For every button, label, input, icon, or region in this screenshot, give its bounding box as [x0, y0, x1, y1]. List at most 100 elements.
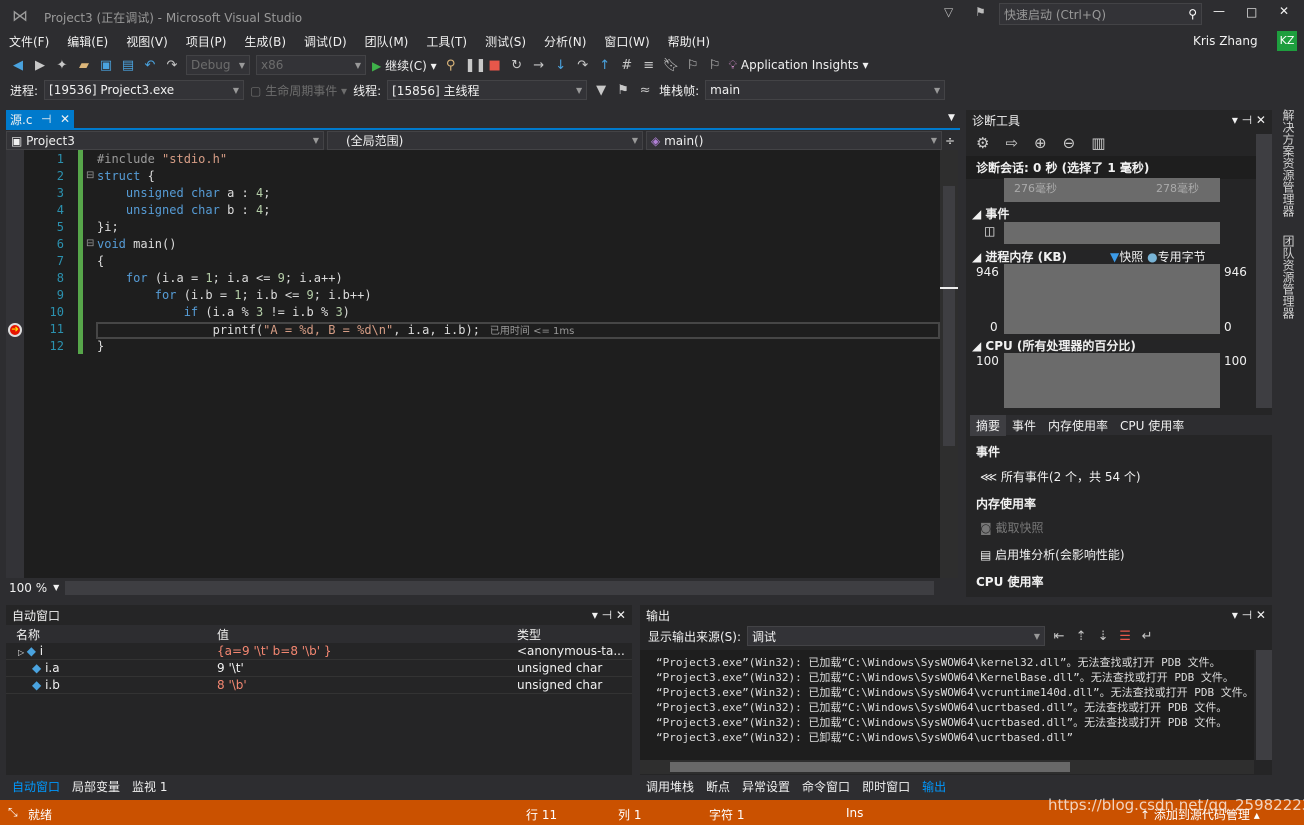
open-file-icon[interactable]: ▰	[76, 58, 92, 73]
menu-edit[interactable]: 编辑(E)	[58, 33, 117, 50]
word-wrap-icon[interactable]: ↵	[1139, 629, 1155, 644]
code-line[interactable]: }i;	[97, 220, 119, 234]
restart-icon[interactable]: ↻	[509, 58, 525, 73]
show-threads-icon[interactable]: ≈	[637, 83, 653, 98]
prev-message-icon[interactable]: ⇡	[1073, 629, 1089, 644]
menu-view[interactable]: 视图(V)	[117, 33, 177, 50]
tab-autos[interactable]: 自动窗口	[6, 776, 66, 797]
save-all-icon[interactable]: ▤	[120, 58, 136, 73]
code-line[interactable]: for (i.a = 1; i.a <= 9; i.a++)	[97, 271, 343, 285]
autos-row[interactable]: ◆ i.b 8 '\b' unsigned char	[6, 677, 632, 694]
avatar[interactable]: KZ	[1277, 31, 1297, 51]
output-hscrollbar[interactable]	[640, 760, 1254, 774]
minimize-button[interactable]: —	[1213, 4, 1225, 18]
code-line[interactable]: {	[97, 254, 104, 268]
split-icon[interactable]: ÷	[945, 134, 955, 148]
scrollbar-thumb[interactable]	[943, 186, 955, 446]
all-events-link[interactable]: ⋘ 所有事件(2 个，共 54 个)	[980, 468, 1141, 485]
stop-icon[interactable]: ■	[487, 58, 503, 73]
scope-select[interactable]: (全局范围) ▼	[327, 131, 643, 150]
col-type[interactable]: 类型	[511, 626, 541, 643]
hscroll-thumb[interactable]	[670, 762, 1070, 772]
show-next-statement-icon[interactable]: →	[531, 58, 547, 73]
pin-icon[interactable]: ⊣	[41, 112, 51, 126]
timeline-ruler[interactable]: 276毫秒 278毫秒	[1004, 178, 1220, 202]
bookmark-icon[interactable]: 🔖︎	[663, 58, 680, 73]
code-line[interactable]: printf("A = %d, B = %d\n", i.a, i.b); 已用时…	[97, 322, 575, 337]
source-control-button[interactable]: ↑ 添加到源代码管理 ▴	[1140, 806, 1260, 823]
back-icon[interactable]: ◀	[10, 58, 26, 73]
continue-button[interactable]: ▶ 继续(C) ▾	[372, 57, 437, 74]
lifecycle-events-button[interactable]: ▢ 生命周期事件 ▾	[250, 82, 347, 99]
feedback-icon[interactable]: ▽	[944, 5, 953, 19]
tab-immediate-window[interactable]: 即时窗口	[856, 776, 916, 797]
bookmark-prev-icon[interactable]: ⚐	[685, 58, 701, 73]
panel-controls[interactable]: ▾ ⊣ ✕	[592, 608, 626, 622]
chart-help-icon[interactable]: ▥	[1091, 134, 1105, 152]
menu-test[interactable]: 测试(S)	[476, 33, 535, 50]
menu-analyze[interactable]: 分析(N)	[535, 33, 595, 50]
hex-display-icon[interactable]: #	[619, 58, 635, 73]
fold-toggle-icon[interactable]: ⊟	[86, 170, 94, 181]
menu-tools[interactable]: 工具(T)	[417, 33, 476, 50]
team-explorer-tab[interactable]: 团队资源管理器	[1278, 231, 1299, 323]
horizontal-scrollbar[interactable]	[65, 580, 934, 595]
stack-frame-select[interactable]: main ▼	[705, 80, 946, 100]
comment-icon[interactable]: ≡	[641, 58, 657, 73]
zoom-dropdown-icon[interactable]: ▼	[53, 583, 59, 592]
notifications-icon[interactable]: ⚑	[975, 5, 986, 19]
perf-tip[interactable]: 已用时间 <= 1ms	[490, 326, 574, 337]
code-line[interactable]: struct {	[97, 169, 155, 183]
tab-exception-settings[interactable]: 异常设置	[736, 776, 796, 797]
tab-command-window[interactable]: 命令窗口	[796, 776, 856, 797]
flag-icon[interactable]: ⚑	[615, 83, 631, 98]
menu-team[interactable]: 团队(M)	[356, 33, 418, 50]
menu-project[interactable]: 项目(P)	[177, 33, 236, 50]
code-line[interactable]: unsigned char b : 4;	[97, 203, 271, 217]
take-snapshot-button[interactable]: ◙ 截取快照	[980, 519, 1044, 536]
menu-window[interactable]: 窗口(W)	[595, 33, 658, 50]
zoom-level[interactable]: 100 %	[9, 581, 47, 595]
expand-icon[interactable]: ▷	[18, 648, 27, 657]
tab-close-icon[interactable]: ✕	[60, 112, 70, 126]
panel-controls[interactable]: ▾ ⊣ ✕	[1232, 113, 1266, 127]
user-name[interactable]: Kris Zhang	[1193, 34, 1258, 48]
code-line[interactable]: }	[97, 339, 104, 353]
bookmark-next-icon[interactable]: ⚐	[707, 58, 723, 73]
close-button[interactable]: ✕	[1279, 4, 1289, 18]
step-out-icon[interactable]: ↑	[597, 58, 613, 73]
output-text[interactable]: “Project3.exe”(Win32): 已加载“C:\Windows\Sy…	[640, 650, 1254, 760]
thread-select[interactable]: [15856] 主线程 ▼	[387, 80, 588, 100]
code-line[interactable]: #include "stdio.h"	[97, 152, 227, 166]
events-track[interactable]	[1004, 222, 1220, 244]
tab-summary[interactable]: 摘要	[970, 414, 1007, 436]
tab-output[interactable]: 输出	[916, 776, 952, 797]
app-insights-button[interactable]: 💡︎ Application Insights ▾	[729, 58, 869, 73]
quick-launch-input[interactable]: 快速启动 (Ctrl+Q) ⚲	[999, 3, 1202, 25]
step-over-icon[interactable]: ↷	[575, 58, 591, 73]
tab-events[interactable]: 事件	[1006, 415, 1042, 436]
zoom-in-icon[interactable]: ⊕	[1034, 134, 1047, 152]
tab-watch-1[interactable]: 监视 1	[126, 776, 173, 797]
memory-graph[interactable]	[1004, 264, 1220, 334]
tab-breakpoints[interactable]: 断点	[700, 776, 736, 797]
project-select[interactable]: ▣ Project3 ▼	[6, 131, 324, 150]
menu-debug[interactable]: 调试(D)	[295, 33, 356, 50]
code-line[interactable]: if (i.a % 3 != i.b % 3)	[97, 305, 350, 319]
code-line[interactable]: for (i.b = 1; i.b <= 9; i.b++)	[97, 288, 372, 302]
platform-select[interactable]: x86 ▼	[256, 55, 366, 75]
cpu-graph[interactable]	[1004, 353, 1220, 408]
config-select[interactable]: Debug ▼	[186, 55, 250, 75]
output-vscrollbar[interactable]	[1256, 650, 1272, 760]
autos-row[interactable]: ◆ i.a 9 '\t' unsigned char	[6, 660, 632, 677]
settings-gear-icon[interactable]: ⚙	[976, 134, 989, 152]
tab-memory-usage[interactable]: 内存使用率	[1042, 415, 1114, 436]
code-line[interactable]: void main()	[97, 237, 176, 251]
find-message-icon[interactable]: ⇤	[1051, 629, 1067, 644]
diagnostics-scrollbar[interactable]	[1256, 134, 1272, 408]
process-select[interactable]: [19536] Project3.exe ▼	[44, 80, 245, 100]
col-name[interactable]: 名称	[6, 626, 211, 643]
pause-icon[interactable]: ❚❚	[465, 58, 487, 73]
autos-row[interactable]: ▷ ◆ i {a=9 '\t' b=8 '\b' } <anonymous-ta..…	[6, 643, 632, 660]
var-value[interactable]: 9 '\t'	[211, 661, 511, 675]
